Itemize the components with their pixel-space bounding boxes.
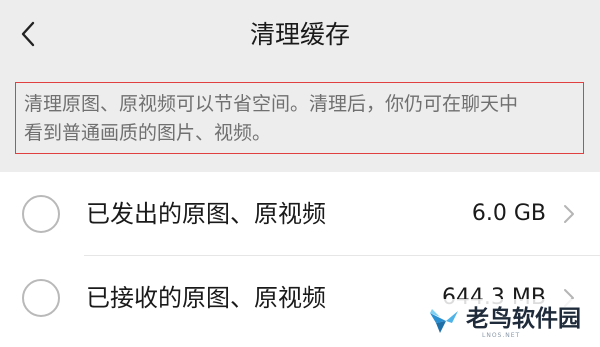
header-bar: 清理缓存 xyxy=(0,0,600,70)
chevron-right-icon xyxy=(564,205,574,223)
select-radio[interactable] xyxy=(22,279,60,317)
watermark-name: 老鸟软件园 xyxy=(466,306,581,332)
notice-line-1: 清理原图、原视频可以节省空间。清理后，你仍可在聊天中 xyxy=(24,93,519,115)
notice-line-2: 看到普通画质的图片、视频。 xyxy=(24,122,272,144)
item-label: 已接收的原图、原视频 xyxy=(86,284,326,312)
item-size: 6.0 GB xyxy=(471,201,546,226)
item-label: 已发出的原图、原视频 xyxy=(86,200,326,228)
watermark-domain: LNOS.NET xyxy=(482,332,521,339)
select-radio[interactable] xyxy=(22,195,60,233)
list-item-sent-originals[interactable]: 已发出的原图、原视频 6.0 GB xyxy=(0,172,600,256)
clear-cache-notice: 清理原图、原视频可以节省空间。清理后，你仍可在聊天中 看到普通画质的图片、视频。 xyxy=(15,82,584,154)
bird-logo-icon xyxy=(430,309,458,333)
watermark: 老鸟软件园 LNOS.NET xyxy=(420,299,596,343)
page-title: 清理缓存 xyxy=(249,20,350,49)
